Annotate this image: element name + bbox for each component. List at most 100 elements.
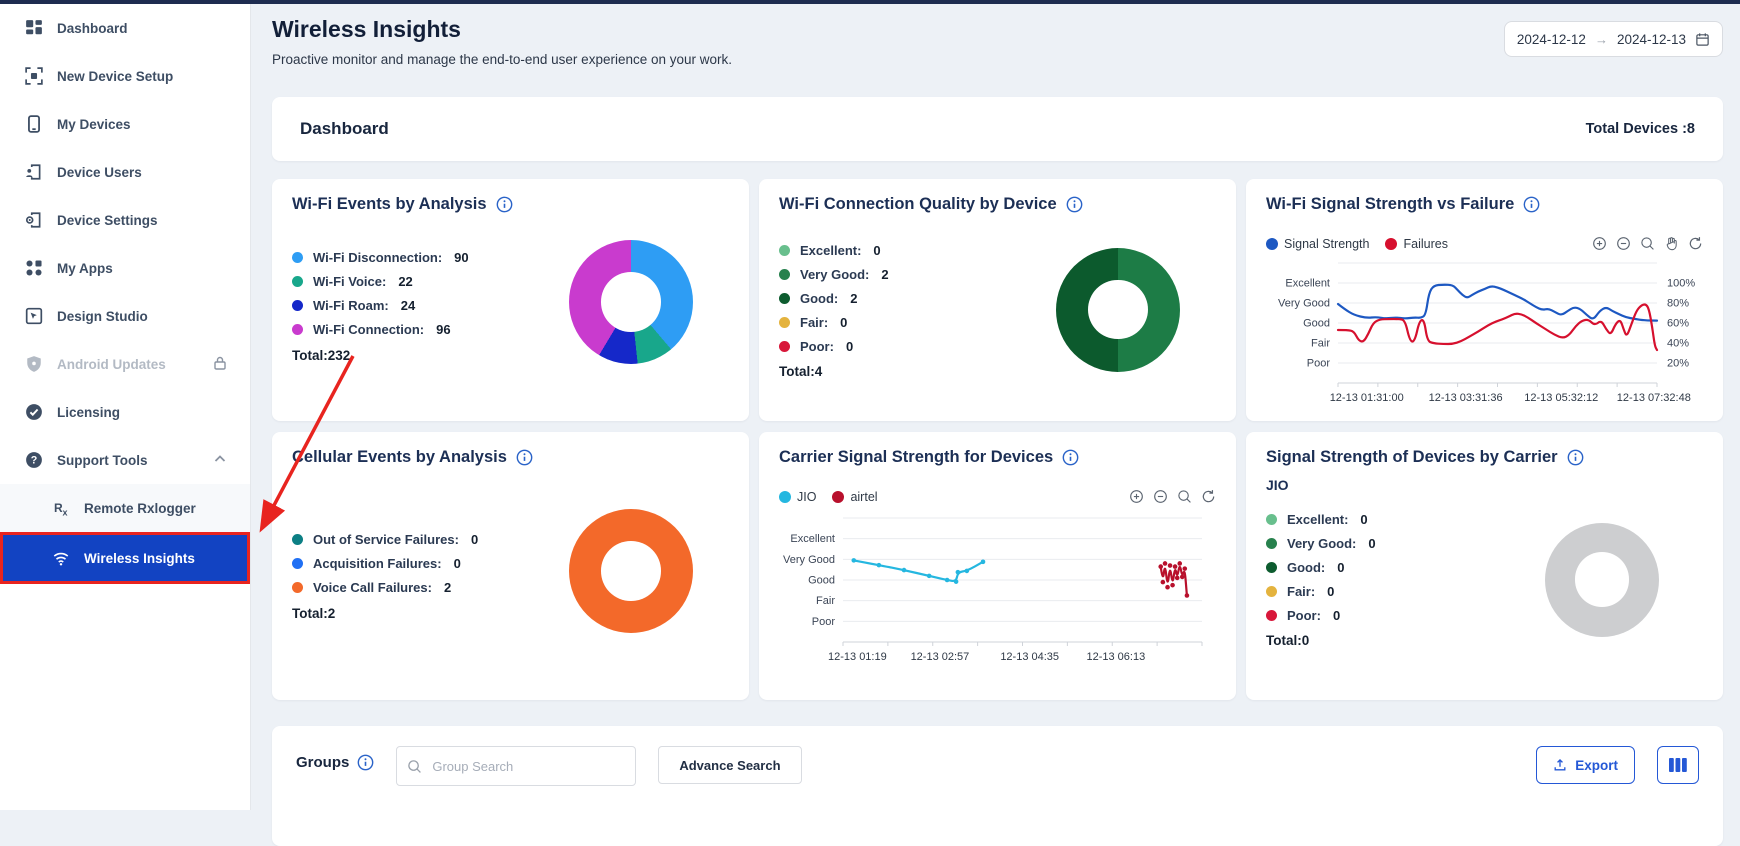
legend-item-good[interactable]: Good:0: [1266, 555, 1545, 579]
legend-dot: [779, 491, 791, 503]
sidebar-item-my-devices[interactable]: My Devices: [0, 100, 250, 148]
zoom-in-icon[interactable]: [1592, 236, 1607, 251]
svg-text:Poor: Poor: [1307, 358, 1331, 370]
sidebar-item-label: Wireless Insights: [84, 551, 237, 566]
legend-dot: [292, 276, 303, 287]
legend-item-failures[interactable]: Failures: [1385, 237, 1447, 251]
legend-item-poor[interactable]: Poor:0: [779, 334, 1056, 358]
legend-item-airtel[interactable]: airtel: [832, 490, 877, 504]
sidebar-item-device-settings[interactable]: Device Settings: [0, 196, 250, 244]
sidebar-item-wireless-insights[interactable]: Wireless Insights: [0, 532, 250, 584]
sidebar-item-dashboard[interactable]: Dashboard: [0, 4, 250, 52]
chart-legend: JIO airtel: [779, 490, 878, 504]
legend-item-fair[interactable]: Fair:0: [779, 310, 1056, 334]
sidebar-item-label: Licensing: [57, 405, 240, 420]
info-icon[interactable]: [1066, 196, 1083, 213]
badge-check-icon: [25, 403, 43, 421]
wifi-icon: [52, 549, 70, 567]
card-title: Wi-Fi Signal Strength vs Failure: [1266, 195, 1514, 214]
cellular-events-donut[interactable]: [569, 509, 693, 633]
columns-toggle-button[interactable]: [1657, 746, 1699, 784]
zoom-out-icon[interactable]: [1616, 236, 1631, 251]
legend-item-wi-fi-roam[interactable]: Wi-Fi Roam:24: [292, 294, 569, 318]
signal-vs-failure-chart[interactable]: ExcellentVery GoodGoodFairPoor100%80%60%…: [1266, 255, 1703, 418]
legend-item-voice-call-failures[interactable]: Voice Call Failures:2: [292, 576, 569, 600]
legend-item-excellent[interactable]: Excellent:0: [779, 238, 1056, 262]
date-range-picker[interactable]: 2024-12-12 → 2024-12-13: [1504, 21, 1723, 57]
legend-item-poor[interactable]: Poor:0: [1266, 603, 1545, 627]
selection-zoom-icon[interactable]: [1177, 489, 1192, 504]
device-user-icon: [25, 163, 43, 181]
sidebar-item-design-studio[interactable]: Design Studio: [0, 292, 250, 340]
shield-icon: [25, 355, 43, 373]
top-strip: [0, 0, 1740, 4]
legend-dot: [1266, 238, 1278, 250]
wifi-quality-donut[interactable]: [1056, 248, 1180, 372]
info-icon[interactable]: [516, 449, 533, 466]
sidebar-item-new-device-setup[interactable]: New Device Setup: [0, 52, 250, 100]
card-title: Wi-Fi Events by Analysis: [292, 195, 487, 214]
zoom-out-icon[interactable]: [1153, 489, 1168, 504]
page-header: Wireless Insights Proactive monitor and …: [272, 4, 1723, 67]
legend: Out of Service Failures:0Acquisition Fai…: [292, 528, 569, 600]
legend-item-very-good[interactable]: Very Good:0: [1266, 531, 1545, 555]
legend-item-fair[interactable]: Fair:0: [1266, 579, 1545, 603]
legend-dot: [292, 252, 303, 263]
card-title: Carrier Signal Strength for Devices: [779, 448, 1053, 467]
legend-item-very-good[interactable]: Very Good:2: [779, 262, 1056, 286]
info-icon[interactable]: [1062, 449, 1079, 466]
legend-dot: [1266, 562, 1277, 573]
legend-item-signal-strength[interactable]: Signal Strength: [1266, 237, 1369, 251]
export-button[interactable]: Export: [1536, 746, 1635, 784]
sidebar-item-label: Remote Rxlogger: [84, 501, 240, 516]
sidebar-item-remote-rxlogger[interactable]: RxRemote Rxlogger: [0, 484, 250, 532]
legend-item-wi-fi-disconnection[interactable]: Wi-Fi Disconnection:90: [292, 246, 569, 270]
sidebar-item-support-tools[interactable]: ? Support Tools: [0, 436, 250, 484]
legend-item-wi-fi-connection[interactable]: Wi-Fi Connection:96: [292, 318, 569, 342]
sidebar-item-my-apps[interactable]: My Apps: [0, 244, 250, 292]
chart-toolbar: [1129, 489, 1216, 504]
info-icon[interactable]: [1523, 196, 1540, 213]
columns-icon: [1669, 758, 1687, 772]
zoom-in-icon[interactable]: [1129, 489, 1144, 504]
group-search-input[interactable]: [430, 758, 625, 775]
sidebar-item-device-users[interactable]: Device Users: [0, 148, 250, 196]
card-carrier-signal: Carrier Signal Strength for Devices JIO a…: [759, 432, 1236, 700]
legend-item-excellent[interactable]: Excellent:0: [1266, 507, 1545, 531]
wifi-events-donut[interactable]: [569, 240, 693, 364]
legend-item-acquisition-failures[interactable]: Acquisition Failures:0: [292, 552, 569, 576]
sidebar-item-label: New Device Setup: [57, 69, 240, 84]
reset-zoom-icon[interactable]: [1201, 489, 1216, 504]
design-studio-icon: [25, 307, 43, 325]
info-icon[interactable]: [1567, 449, 1584, 466]
carrier-strength-donut[interactable]: [1545, 523, 1659, 637]
selection-zoom-icon[interactable]: [1640, 236, 1655, 251]
pan-icon[interactable]: [1664, 236, 1679, 251]
svg-text:20%: 20%: [1667, 358, 1689, 370]
chart-toolbar: [1592, 236, 1703, 251]
legend-item-jio[interactable]: JIO: [779, 490, 816, 504]
sidebar-item-licensing[interactable]: Licensing: [0, 388, 250, 436]
help-icon: ?: [25, 451, 43, 469]
reset-zoom-icon[interactable]: [1688, 236, 1703, 251]
svg-text:60%: 60%: [1667, 318, 1689, 330]
info-icon[interactable]: [357, 754, 374, 771]
chart-legend: Signal Strength Failures: [1266, 237, 1448, 251]
svg-text:12-13 05:32:12: 12-13 05:32:12: [1524, 392, 1598, 404]
legend-dot: [1266, 514, 1277, 525]
svg-text:12-13 01:31:00: 12-13 01:31:00: [1330, 392, 1404, 404]
svg-text:Very Good: Very Good: [783, 554, 835, 566]
carrier-signal-chart[interactable]: ExcellentVery GoodGoodFairPoor12-13 01:1…: [779, 508, 1216, 681]
sidebar-item-label: Support Tools: [57, 453, 198, 468]
svg-text:40%: 40%: [1667, 338, 1689, 350]
advance-search-button[interactable]: Advance Search: [658, 746, 801, 784]
info-icon[interactable]: [496, 196, 513, 213]
legend-item-wi-fi-voice[interactable]: Wi-Fi Voice:22: [292, 270, 569, 294]
legend-item-good[interactable]: Good:2: [779, 286, 1056, 310]
legend: Excellent:0Very Good:2Good:2Fair:0Poor:0: [779, 238, 1056, 358]
svg-text:100%: 100%: [1667, 278, 1695, 290]
legend-item-out-of-service-failures[interactable]: Out of Service Failures:0: [292, 528, 569, 552]
legend-dot: [292, 300, 303, 311]
page-title: Wireless Insights: [272, 16, 732, 43]
svg-text:x: x: [63, 508, 68, 518]
